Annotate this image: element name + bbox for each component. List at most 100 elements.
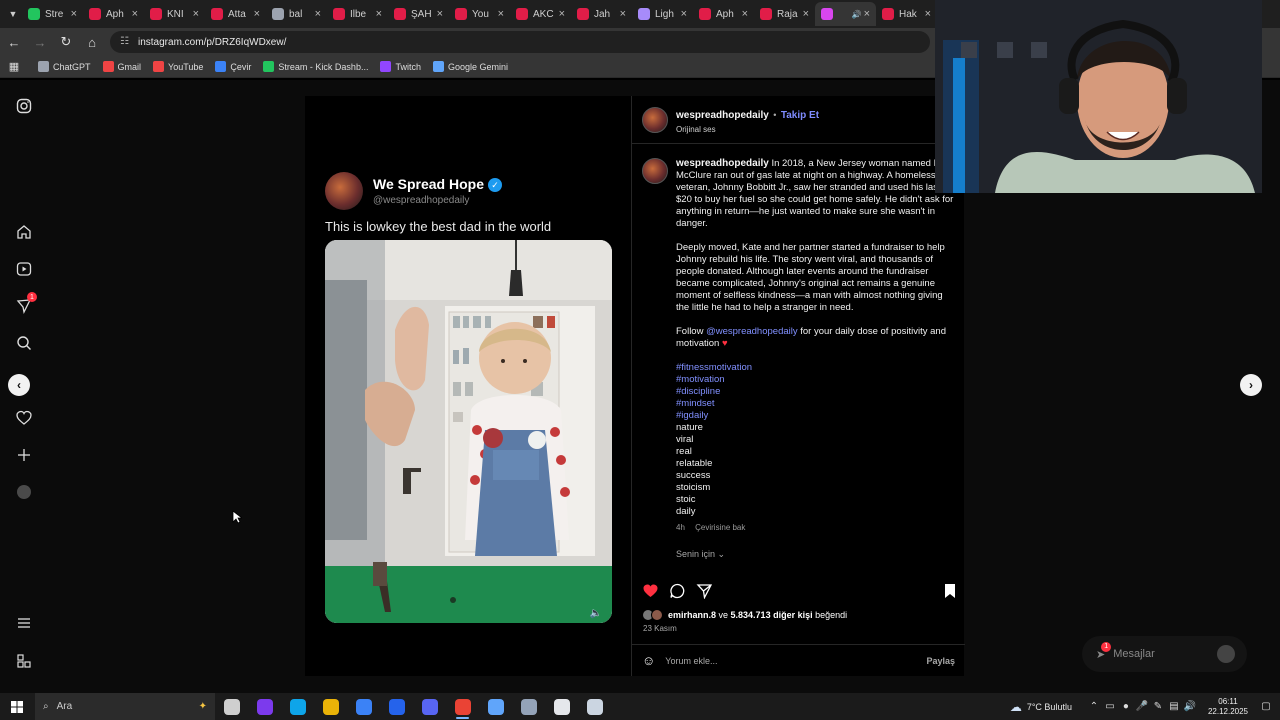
bookmark-icon[interactable] — [930, 580, 957, 602]
browser-tab[interactable]: Aph × — [83, 2, 144, 26]
notification-icon[interactable]: ▢ — [1258, 701, 1274, 712]
previous-post-button[interactable]: ‹ — [8, 374, 30, 396]
windows-start-icon[interactable] — [0, 693, 33, 720]
copilot-taskbar-icon[interactable] — [248, 693, 281, 720]
hashtag-link[interactable]: #mindset — [676, 398, 958, 410]
edge-taskbar-icon[interactable] — [281, 693, 314, 720]
search-nav-icon[interactable] — [14, 333, 34, 353]
bookmark-item[interactable]: Gmail — [102, 61, 141, 72]
url-input[interactable]: ☷ instagram.com/p/DRZ6IqWDxew/ — [110, 31, 930, 53]
tab-close-icon[interactable]: × — [498, 8, 504, 20]
site-info-icon[interactable]: ☷ — [120, 36, 132, 48]
home-icon[interactable]: ⌂ — [80, 30, 104, 54]
browser-tab[interactable]: İlbe × — [327, 2, 388, 26]
network-icon[interactable]: ▤ — [1166, 701, 1182, 712]
settings-taskbar-icon[interactable] — [545, 693, 578, 720]
liker-username[interactable]: emirhann.8 — [668, 610, 716, 620]
tab-close-icon[interactable]: × — [864, 8, 870, 20]
heart-nav-icon[interactable] — [14, 408, 34, 428]
follow-button[interactable]: Takip Et — [781, 110, 819, 121]
app-9-taskbar-icon[interactable] — [512, 693, 545, 720]
caption-avatar[interactable] — [642, 158, 668, 184]
discord-taskbar-icon[interactable] — [413, 693, 446, 720]
bookmark-item[interactable]: ChatGPT — [38, 61, 91, 72]
browser-tab[interactable]: Atta × — [205, 2, 266, 26]
home-nav-icon[interactable] — [14, 222, 34, 242]
hashtag-link[interactable]: #fitnessmotivation — [676, 362, 958, 374]
tab-close-icon[interactable]: × — [376, 8, 382, 20]
tab-close-icon[interactable]: × — [315, 8, 321, 20]
tab-close-icon[interactable]: × — [559, 8, 565, 20]
bookmark-item[interactable]: YouTube — [153, 61, 203, 72]
reels-icon[interactable] — [14, 259, 34, 279]
steam-taskbar-icon[interactable] — [479, 693, 512, 720]
create-icon[interactable] — [14, 445, 34, 465]
video-player[interactable]: 🔈 — [325, 240, 612, 623]
emoji-icon[interactable]: ☺ — [642, 653, 655, 668]
tab-close-icon[interactable]: × — [620, 8, 626, 20]
like-heart-icon[interactable] — [642, 580, 669, 602]
volume-tray-icon[interactable]: 🔊 — [1182, 701, 1198, 712]
comment-input[interactable]: Yorum ekle... — [665, 656, 926, 666]
reload-icon[interactable]: ↻ — [54, 30, 78, 54]
browser-tab[interactable]: AKC × — [510, 2, 571, 26]
author-avatar[interactable] — [642, 106, 668, 133]
menu-icon[interactable] — [14, 613, 34, 633]
bookmark-item[interactable]: Twitch — [380, 61, 421, 72]
tab-close-icon[interactable]: × — [803, 8, 809, 20]
apps-grid-icon[interactable]: ▦ — [2, 55, 26, 79]
browser-tab[interactable]: Aph × — [693, 2, 754, 26]
tab-close-icon[interactable]: × — [193, 8, 199, 20]
browser-tab[interactable]: Stre × — [22, 2, 83, 26]
browser-tab[interactable]: Raja × — [754, 2, 815, 26]
profile-icon[interactable] — [14, 482, 34, 502]
audio-label[interactable]: Orijinal ses — [676, 125, 819, 134]
tab-close-icon[interactable]: × — [254, 8, 260, 20]
for-you-dropdown[interactable]: Senin için ⌄ — [676, 549, 725, 560]
browser-tab[interactable]: KNI × — [144, 2, 205, 26]
hashtag-link[interactable]: #igdaily — [676, 410, 958, 422]
explorer-taskbar-icon[interactable] — [314, 693, 347, 720]
hashtag-link[interactable]: #discipline — [676, 386, 958, 398]
clock[interactable]: 06:11 22.12.2025 — [1208, 697, 1248, 717]
caption-mention[interactable]: @wespreadhopedaily — [706, 326, 798, 337]
messages-nav-icon[interactable]: 1 — [14, 292, 37, 316]
browser-tab[interactable]: 🔊 × — [815, 2, 876, 26]
tab-close-icon[interactable]: × — [925, 8, 931, 20]
comment-icon[interactable] — [669, 580, 696, 602]
author-username[interactable]: wespreadhopedaily — [676, 110, 769, 121]
post-media[interactable]: We Spread Hope ✓ @wespreadhopedaily This … — [305, 96, 631, 676]
bookmark-item[interactable]: Google Gemini — [432, 61, 508, 72]
taskbar-search[interactable]: ⌕ Ara ✦ — [35, 693, 215, 720]
tab-audio-icon[interactable]: 🔊 — [852, 10, 862, 19]
app-11-taskbar-icon[interactable] — [578, 693, 611, 720]
browser-tab[interactable]: Jah × — [571, 2, 632, 26]
browser-tab[interactable]: bal × — [266, 2, 327, 26]
browser-tab[interactable]: You × — [449, 2, 510, 26]
forward-icon[interactable]: → — [28, 30, 52, 54]
tab-close-icon[interactable]: × — [681, 8, 687, 20]
tab-close-icon[interactable]: × — [71, 8, 77, 20]
tab-close-icon[interactable]: × — [132, 8, 138, 20]
mail-taskbar-icon[interactable] — [380, 693, 413, 720]
bookmark-item[interactable]: Çevir — [215, 61, 251, 72]
messages-pill[interactable]: ➤ 1 Mesajlar — [1082, 636, 1247, 672]
post-comment-button[interactable]: Paylaş — [926, 656, 955, 666]
more-apps-icon[interactable] — [14, 651, 34, 671]
next-post-button[interactable]: › — [1240, 374, 1262, 396]
back-icon[interactable]: ← — [2, 30, 26, 54]
tab-search-icon[interactable]: ▼ — [4, 5, 22, 23]
microphone-icon[interactable]: 🎤 — [1134, 701, 1150, 712]
location-icon[interactable]: ● — [1118, 701, 1134, 712]
browser-tab[interactable]: Ligh × — [632, 2, 693, 26]
browser-tab[interactable]: ŞAH × — [388, 2, 449, 26]
pen-icon[interactable]: ✎ — [1150, 701, 1166, 712]
tab-close-icon[interactable]: × — [742, 8, 748, 20]
store-taskbar-icon[interactable] — [347, 693, 380, 720]
share-icon[interactable] — [696, 580, 723, 602]
tab-close-icon[interactable]: × — [437, 8, 443, 20]
translate-link[interactable]: Çevirisine bak — [695, 523, 745, 532]
caption-username[interactable]: wespreadhopedaily — [676, 158, 769, 169]
bookmark-item[interactable]: Stream - Kick Dashb... — [263, 61, 368, 72]
browser-tab[interactable]: Hak × — [876, 2, 937, 26]
